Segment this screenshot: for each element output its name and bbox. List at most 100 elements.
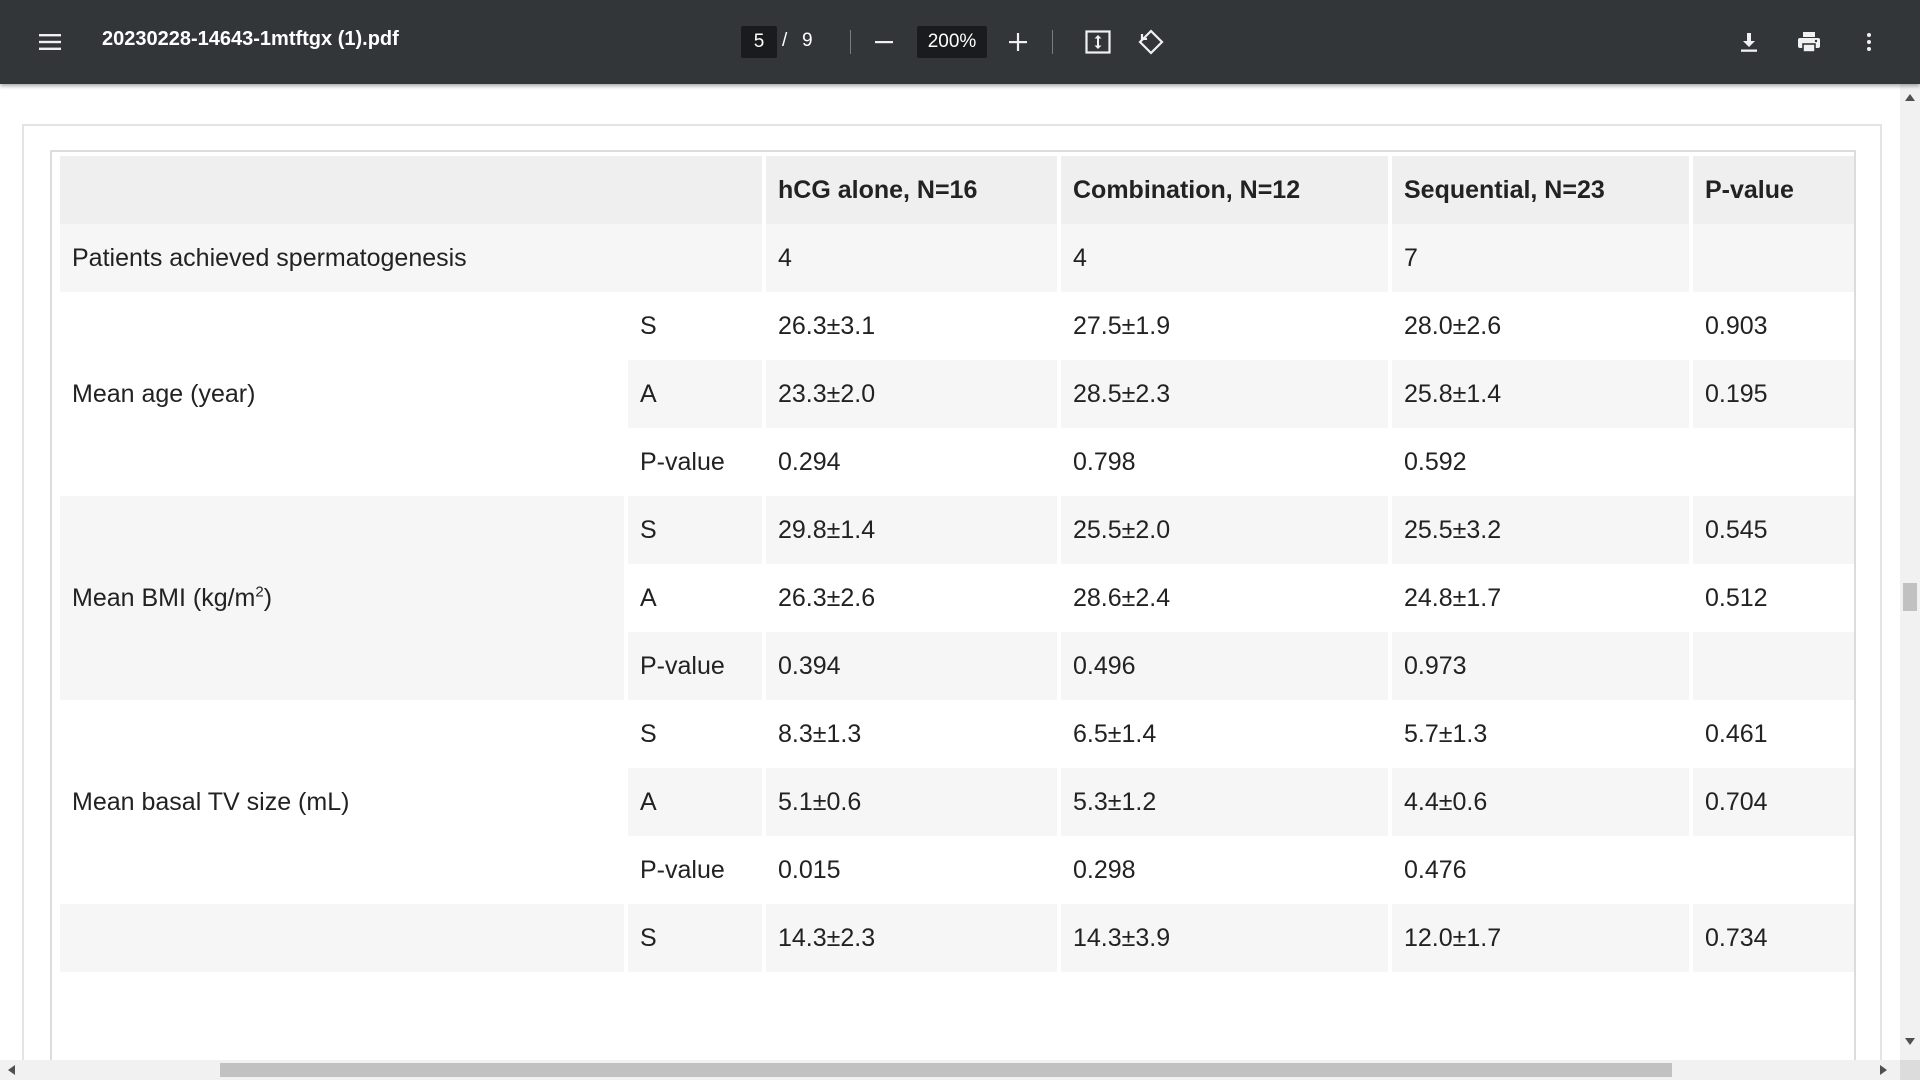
- print-icon: [1798, 32, 1820, 53]
- plus-icon: [1009, 33, 1027, 51]
- cell-p-value: 0.734: [1693, 904, 1854, 972]
- cell-p-value: 0.903: [1693, 292, 1854, 360]
- download-icon: [1741, 33, 1757, 52]
- cell-combination: 28.6±2.4: [1061, 564, 1388, 632]
- zoom-level-input[interactable]: [917, 26, 987, 58]
- table-row: S 14.3±2.3 14.3±3.9 12.0±1.7 0.734: [60, 904, 1854, 972]
- cell-p-value: 0.461: [1693, 700, 1854, 768]
- fit-to-page-icon: [1085, 30, 1111, 54]
- cell-sequential: 25.8±1.4: [1392, 360, 1689, 428]
- print-button[interactable]: [1789, 22, 1829, 62]
- scroll-right-arrow-icon[interactable]: [1880, 1065, 1887, 1075]
- cell-subgroup: S: [628, 700, 762, 768]
- table-row: Mean basal TV size (mL) S 8.3±1.3 6.5±1.…: [60, 700, 1854, 904]
- cell-sequential: 0.476: [1392, 836, 1689, 904]
- data-table: hCG alone, N=16 Combination, N=12 Sequen…: [56, 156, 1854, 972]
- cell-subgroup: S: [628, 496, 762, 564]
- scroll-down-arrow-icon[interactable]: [1905, 1038, 1915, 1045]
- table-row: Patients achieved spermatogenesis 4 4 7: [60, 224, 1854, 292]
- vertical-scrollbar[interactable]: [1900, 84, 1920, 1060]
- cell-hcg: 26.3±2.6: [766, 564, 1057, 632]
- cell-hcg: 14.3±2.3: [766, 904, 1057, 972]
- cell-combination: 0.496: [1061, 632, 1388, 700]
- scroll-up-arrow-icon[interactable]: [1905, 94, 1915, 101]
- table-row: Mean age (year) S 26.3±3.1 27.5±1.9 28.0…: [60, 292, 1854, 496]
- bmi-label-suffix: ): [263, 583, 273, 612]
- cell-combination: 28.5±2.3: [1061, 360, 1388, 428]
- header-sequential: Sequential, N=23: [1392, 156, 1689, 224]
- cell-combination: 14.3±3.9: [1061, 904, 1388, 972]
- cell-combination: 25.5±2.0: [1061, 496, 1388, 564]
- header-blank: [60, 156, 762, 224]
- more-vert-icon: [1867, 33, 1871, 51]
- cell-p-value: [1693, 836, 1854, 904]
- download-button[interactable]: [1729, 22, 1769, 62]
- header-p-value: P-value: [1693, 156, 1854, 224]
- cell-hcg: 26.3±3.1: [766, 292, 1057, 360]
- cell-combination: 4: [1061, 224, 1388, 292]
- cell-sequential: 28.0±2.6: [1392, 292, 1689, 360]
- cell-subgroup: P-value: [628, 428, 762, 496]
- group-label-mean-age: Mean age (year): [60, 292, 624, 496]
- cell-hcg: 23.3±2.0: [766, 360, 1057, 428]
- hamburger-menu-icon: [39, 34, 61, 50]
- rotate-counterclockwise-icon: [1138, 29, 1164, 55]
- group-label-mean-bmi: Mean BMI (kg/m2): [60, 496, 624, 700]
- cell-subgroup: A: [628, 360, 762, 428]
- document-title: 20230228-14643-1mtftgx (1).pdf: [102, 28, 399, 50]
- bmi-label-text: Mean BMI (kg/m: [72, 583, 256, 612]
- minus-icon: [875, 41, 893, 44]
- cell-subgroup: A: [628, 768, 762, 836]
- cell-subgroup: S: [628, 292, 762, 360]
- cell-sequential: 5.7±1.3: [1392, 700, 1689, 768]
- cell-sequential: 25.5±3.2: [1392, 496, 1689, 564]
- cell-combination: 6.5±1.4: [1061, 700, 1388, 768]
- cell-sequential: 0.973: [1392, 632, 1689, 700]
- cell-p-value: 0.512: [1693, 564, 1854, 632]
- horizontal-scrollbar[interactable]: [0, 1060, 1900, 1080]
- page-total: 9: [802, 30, 813, 51]
- fit-to-page-button[interactable]: [1078, 22, 1118, 62]
- scrollbar-corner: [1900, 1060, 1920, 1080]
- horizontal-scroll-thumb[interactable]: [220, 1063, 1672, 1077]
- vertical-scroll-thumb[interactable]: [1903, 583, 1917, 611]
- cell-combination: 5.3±1.2: [1061, 768, 1388, 836]
- toolbar-divider: [850, 30, 851, 54]
- cell-subgroup: A: [628, 564, 762, 632]
- row-label-spermatogenesis: Patients achieved spermatogenesis: [60, 224, 762, 292]
- cell-combination: 0.798: [1061, 428, 1388, 496]
- cell-hcg: 8.3±1.3: [766, 700, 1057, 768]
- cell-combination: 0.298: [1061, 836, 1388, 904]
- pdf-page: hCG alone, N=16 Combination, N=12 Sequen…: [22, 124, 1882, 1060]
- cell-hcg: 4: [766, 224, 1057, 292]
- cell-combination: 27.5±1.9: [1061, 292, 1388, 360]
- cell-subgroup: P-value: [628, 836, 762, 904]
- pdf-viewer[interactable]: hCG alone, N=16 Combination, N=12 Sequen…: [0, 84, 1900, 1060]
- cell-sequential: 0.592: [1392, 428, 1689, 496]
- cell-hcg: 5.1±0.6: [766, 768, 1057, 836]
- menu-button[interactable]: [30, 22, 70, 62]
- page-separator: /: [782, 30, 788, 51]
- cell-sequential: 12.0±1.7: [1392, 904, 1689, 972]
- cell-p-value: 0.195: [1693, 360, 1854, 428]
- zoom-out-button[interactable]: [864, 22, 904, 62]
- table-header-row: hCG alone, N=16 Combination, N=12 Sequen…: [60, 156, 1854, 224]
- cell-p-value: [1693, 224, 1854, 292]
- zoom-in-button[interactable]: [998, 22, 1038, 62]
- group-label-cut-off: [60, 904, 624, 972]
- page-number-input[interactable]: [741, 26, 777, 58]
- cell-hcg: 0.015: [766, 836, 1057, 904]
- rotate-button[interactable]: [1131, 22, 1171, 62]
- scroll-left-arrow-icon[interactable]: [8, 1065, 15, 1075]
- more-options-button[interactable]: [1849, 22, 1889, 62]
- table-row: Mean BMI (kg/m2) S 29.8±1.4 25.5±2.0 25.…: [60, 496, 1854, 700]
- cell-sequential: 4.4±0.6: [1392, 768, 1689, 836]
- cell-hcg: 29.8±1.4: [766, 496, 1057, 564]
- bmi-label-superscript: 2: [255, 583, 264, 601]
- table-container: hCG alone, N=16 Combination, N=12 Sequen…: [50, 150, 1856, 1060]
- cell-sequential: 7: [1392, 224, 1689, 292]
- cell-subgroup: P-value: [628, 632, 762, 700]
- group-label-mean-basal-tv: Mean basal TV size (mL): [60, 700, 624, 904]
- cell-p-value: [1693, 632, 1854, 700]
- cell-p-value: 0.545: [1693, 496, 1854, 564]
